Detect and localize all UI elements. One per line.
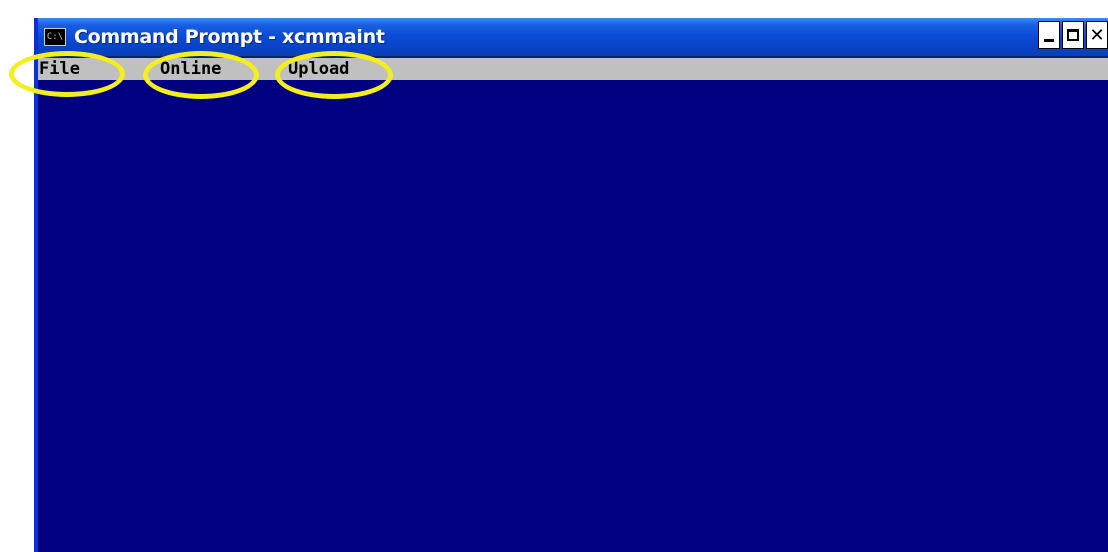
title-bar[interactable]: C:\ Command Prompt - xcmmaint ✕ xyxy=(38,18,1108,56)
console-app-icon[interactable]: C:\ xyxy=(44,28,66,46)
console-output-area[interactable] xyxy=(38,80,1108,552)
maximize-icon xyxy=(1067,29,1079,41)
menu-bar: File Online Upload xyxy=(38,58,1108,80)
minimize-icon xyxy=(1044,38,1054,42)
minimize-button[interactable] xyxy=(1038,21,1060,49)
close-icon: ✕ xyxy=(1089,24,1105,46)
window-controls: ✕ xyxy=(1038,21,1108,49)
menu-item-file[interactable]: File xyxy=(39,58,80,80)
command-prompt-window: C:\ Command Prompt - xcmmaint ✕ File Onl… xyxy=(34,18,1108,552)
console-app-icon-text: C:\ xyxy=(46,31,64,42)
menu-item-online[interactable]: Online xyxy=(160,58,221,80)
close-button[interactable]: ✕ xyxy=(1086,21,1108,49)
maximize-button[interactable] xyxy=(1062,21,1084,49)
window-title: Command Prompt - xcmmaint xyxy=(74,26,385,48)
menu-item-upload[interactable]: Upload xyxy=(288,58,349,80)
